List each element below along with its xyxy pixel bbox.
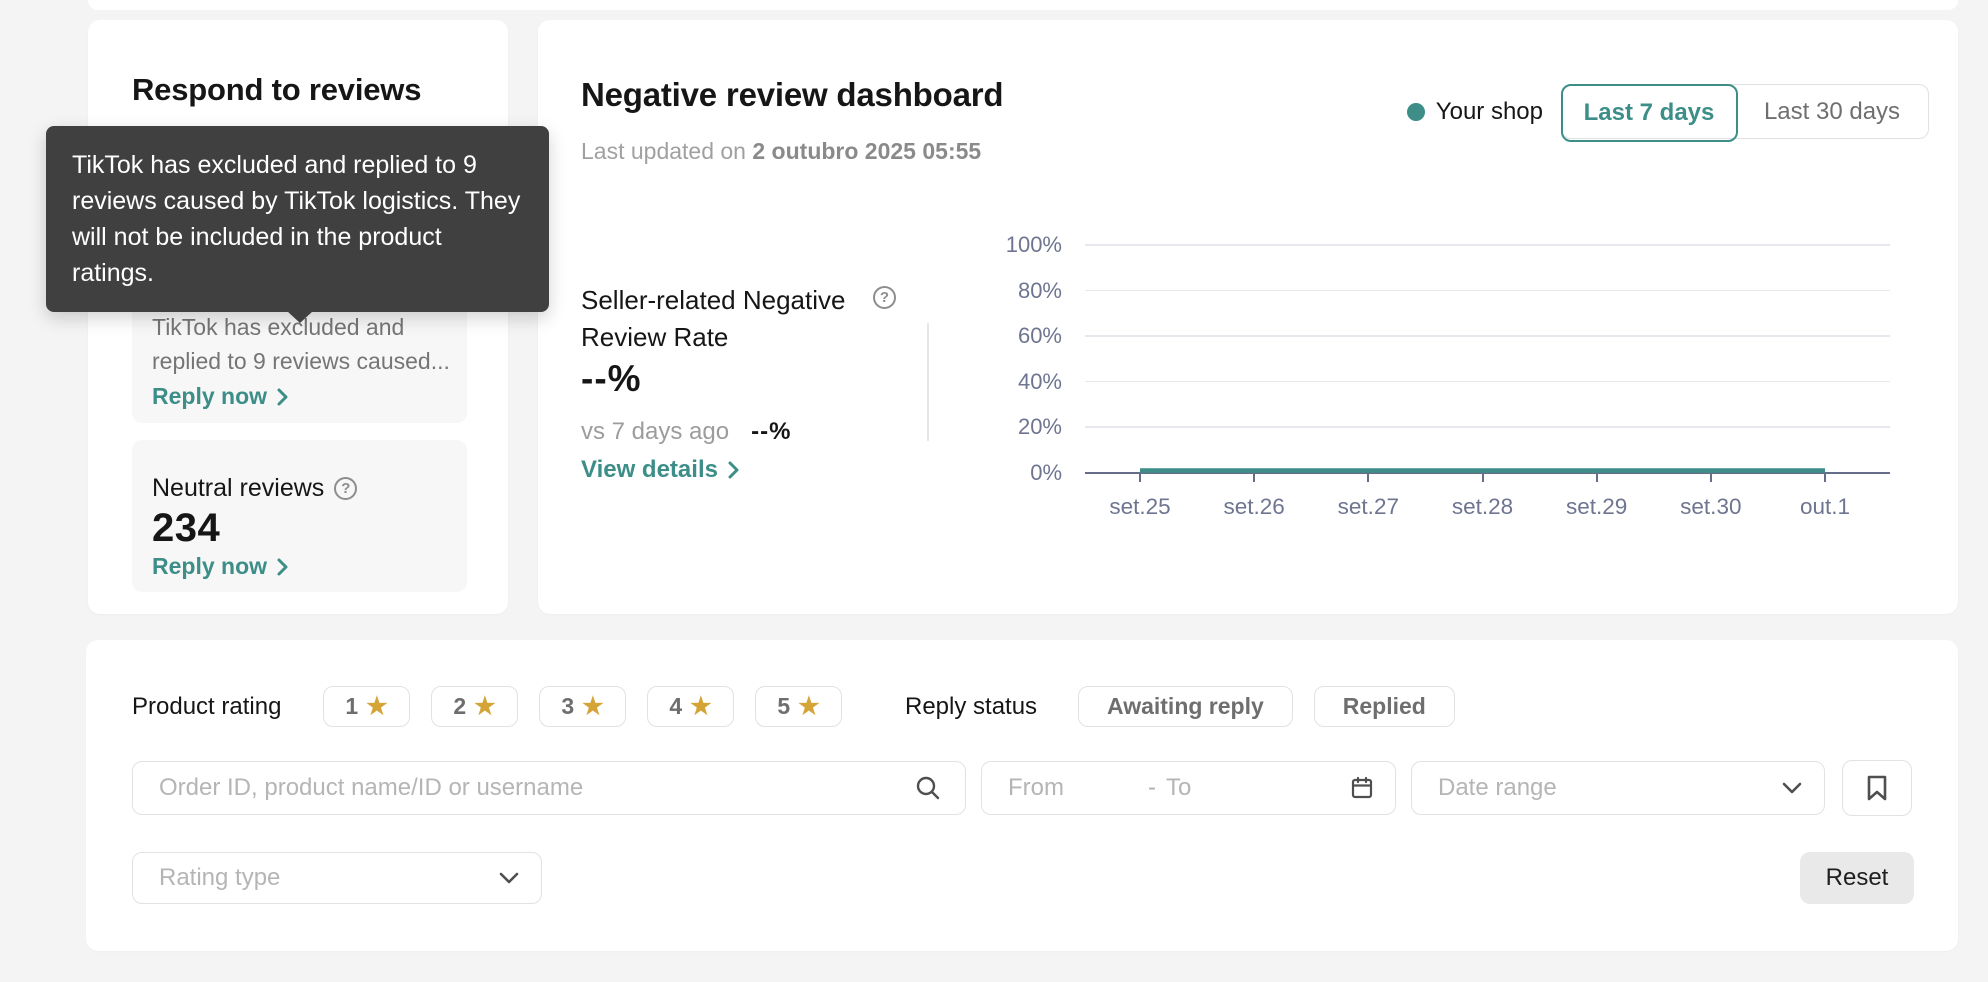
x-axis-tick <box>1481 474 1484 482</box>
metric-help-icon[interactable]: ? <box>873 286 896 309</box>
y-gridline <box>1085 380 1890 383</box>
bookmark-icon <box>1867 775 1887 801</box>
y-axis-label: 80% <box>1017 277 1062 303</box>
chevron-down-icon <box>499 872 519 883</box>
rating-4-star-button[interactable]: 4 ★ <box>647 686 734 727</box>
y-axis-label: 20% <box>1017 414 1062 440</box>
tooltip: TikTok has excluded and replied to 9 rev… <box>46 126 549 323</box>
page: Respond to reviews TikTok has excluded a… <box>0 0 1988 982</box>
y-gridline <box>1085 335 1890 337</box>
x-axis-line <box>1085 472 1890 474</box>
date-to-placeholder: To <box>1166 774 1192 801</box>
y-axis-label: 100% <box>1005 232 1062 257</box>
x-axis-tick <box>1824 474 1826 482</box>
tooltip-arrow <box>287 311 313 323</box>
rating-3-star-button[interactable]: 3 ★ <box>539 686 626 727</box>
y-gridline <box>1085 289 1890 292</box>
metric-compare-value: --% <box>751 418 792 445</box>
rating-type-placeholder: Rating type <box>159 864 281 891</box>
search-icon <box>916 776 940 800</box>
product-rating-label: Product rating <box>132 692 282 720</box>
help-icon[interactable]: ? <box>334 477 358 500</box>
star-icon: ★ <box>690 692 712 720</box>
chevron-right-icon <box>728 461 739 479</box>
rating-1-star-button[interactable]: 1 ★ <box>323 686 410 727</box>
legend-label: Your shop <box>1435 97 1543 125</box>
x-axis-label: set.29 <box>1566 494 1628 519</box>
y-axis-label: 40% <box>1017 368 1062 394</box>
x-axis-tick <box>1253 474 1256 482</box>
vertical-divider <box>927 323 929 441</box>
last-7-days-button[interactable]: Last 7 days <box>1560 83 1738 142</box>
chevron-right-icon <box>277 388 288 405</box>
neutral-reply-now-link[interactable]: Reply now <box>152 553 289 580</box>
view-details-link[interactable]: View details <box>581 456 740 484</box>
star-icon: ★ <box>798 692 820 720</box>
date-separator: - <box>1148 774 1156 801</box>
star-icon: ★ <box>474 692 496 720</box>
x-axis-tick <box>1139 474 1141 482</box>
excluded-reply-now-link[interactable]: Reply now <box>152 383 289 410</box>
search-input[interactable] <box>133 774 903 802</box>
neutral-reviews-label: Neutral reviews <box>152 474 325 502</box>
neutral-reviews-count: 234 <box>152 506 221 550</box>
y-axis-label: 60% <box>1017 323 1062 349</box>
last-30-days-button[interactable]: Last 30 days <box>1736 85 1928 138</box>
x-axis-tick <box>1595 474 1598 482</box>
reply-status-label: Reply status <box>905 692 1038 720</box>
x-axis-label: out.1 <box>1799 494 1851 519</box>
tooltip-text: TikTok has excluded and replied to 9 rev… <box>72 151 521 287</box>
x-axis-label: set.27 <box>1337 494 1399 519</box>
filters-card: Product rating 1 ★ 2 ★ 3 ★ 4 ★ 5 ★ Reply stat… <box>86 640 1958 951</box>
chevron-right-icon <box>277 558 288 575</box>
date-range-toggle: Last 7 days Last 30 days <box>1560 83 1929 142</box>
x-axis-label: set.30 <box>1680 494 1742 519</box>
y-gridline <box>1085 244 1890 246</box>
replied-button[interactable]: Replied <box>1313 686 1455 727</box>
date-range-select[interactable]: Date range <box>1411 761 1825 815</box>
reset-button[interactable]: Reset <box>1800 852 1914 904</box>
y-gridline <box>1085 426 1890 428</box>
chart-legend: Your shop <box>1406 97 1543 126</box>
top-card-edge <box>88 0 1958 10</box>
rating-5-star-button[interactable]: 5 ★ <box>755 686 842 727</box>
saved-filters-button[interactable] <box>1842 760 1912 816</box>
date-from-to-field[interactable]: From - To <box>981 761 1396 815</box>
dashboard-title: Negative review dashboard <box>581 76 1004 113</box>
search-field[interactable] <box>132 761 966 815</box>
x-axis-label: set.25 <box>1109 494 1171 519</box>
calendar-icon <box>1351 776 1373 799</box>
legend-dot-icon <box>1406 102 1425 121</box>
date-range-placeholder: Date range <box>1438 774 1557 801</box>
x-axis-tick <box>1367 474 1370 482</box>
metric-compare: vs 7 days ago --% <box>581 418 792 445</box>
neutral-reviews-card: Neutral reviews ? 234 Reply now <box>132 440 467 592</box>
negative-review-dashboard-card: Negative review dashboard Last updated o… <box>538 20 1958 614</box>
y-axis-label: 0% <box>1030 460 1062 485</box>
rating-2-star-button[interactable]: 2 ★ <box>431 686 518 727</box>
metric-value: --% <box>581 358 642 399</box>
chart-series-layer <box>1140 468 1825 473</box>
last-updated-value: 2 outubro 2025 05:55 <box>752 138 982 164</box>
chevron-down-icon <box>1782 782 1802 793</box>
x-axis-tick <box>1709 474 1712 482</box>
x-axis-label: set.26 <box>1223 494 1285 519</box>
metric-label: Seller-related Negative Review Rate <box>581 285 846 352</box>
star-icon: ★ <box>366 692 388 720</box>
last-updated: Last updated on 2 outubro 2025 05:55 <box>581 138 982 164</box>
date-from-placeholder: From <box>1008 774 1064 801</box>
x-axis-label: set.28 <box>1451 494 1514 519</box>
star-icon: ★ <box>582 692 604 720</box>
rating-type-select[interactable]: Rating type <box>132 852 542 904</box>
respond-card-title: Respond to reviews <box>132 72 422 107</box>
awaiting-reply-button[interactable]: Awaiting reply <box>1078 686 1293 727</box>
